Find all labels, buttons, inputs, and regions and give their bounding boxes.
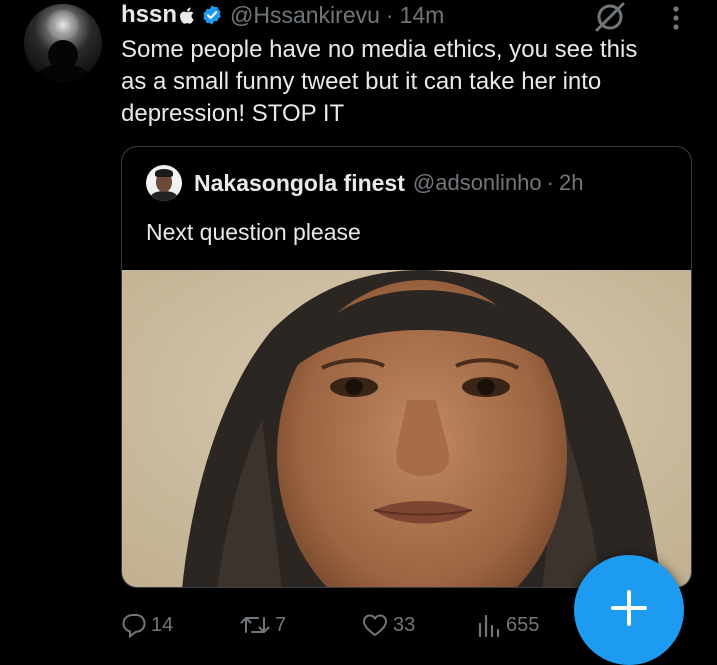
quoted-tweet-timestamp: 2h — [558, 170, 584, 195]
reply-icon — [122, 614, 146, 638]
quoted-tweet-text: Next question please — [146, 219, 361, 245]
views-button[interactable]: 655 — [476, 608, 539, 642]
quoted-author-name: Nakasongola finest — [194, 169, 405, 196]
reply-count: 14 — [151, 613, 174, 636]
quoted-header-separator: · — [546, 170, 554, 195]
grok-icon[interactable] — [592, 2, 628, 32]
plus-icon — [611, 590, 647, 626]
quoted-author-handle: @adsonlinho — [412, 170, 542, 195]
quoted-author-avatar — [146, 165, 182, 201]
compose-button[interactable] — [574, 555, 684, 665]
avatar-smoke — [46, 10, 80, 40]
like-button[interactable]: 33 — [361, 608, 415, 642]
tweet-timestamp[interactable]: 14m — [400, 2, 445, 29]
author-avatar[interactable] — [24, 4, 102, 82]
verified-badge-icon — [203, 5, 221, 25]
tweet-text: Some people have no media ethics, you se… — [121, 36, 638, 127]
quoted-tweet-card[interactable]: Nakasongola finest @adsonlinho · 2h Next… — [121, 146, 692, 588]
like-count: 33 — [393, 613, 416, 636]
repost-icon — [240, 617, 270, 633]
more-options-icon[interactable] — [664, 4, 688, 32]
views-icon — [478, 614, 500, 638]
tweet-header: hssn @Hssankirevu · 14m — [121, 1, 444, 29]
heart-icon — [363, 614, 387, 636]
repost-count: 7 — [275, 613, 287, 636]
quoted-tweet-header: Nakasongola finest @adsonlinho · 2h — [146, 165, 583, 201]
avatar-head — [48, 40, 78, 70]
reply-button[interactable]: 14 — [121, 608, 173, 642]
quoted-tweet-photo[interactable] — [122, 270, 692, 588]
header-separator: · — [385, 1, 394, 28]
author-name[interactable]: hssn — [121, 1, 177, 29]
apple-logo-icon — [180, 7, 194, 24]
view-count: 655 — [506, 613, 540, 636]
repost-button[interactable]: 7 — [239, 608, 286, 642]
author-handle[interactable]: @Hssankirevu — [230, 2, 380, 29]
